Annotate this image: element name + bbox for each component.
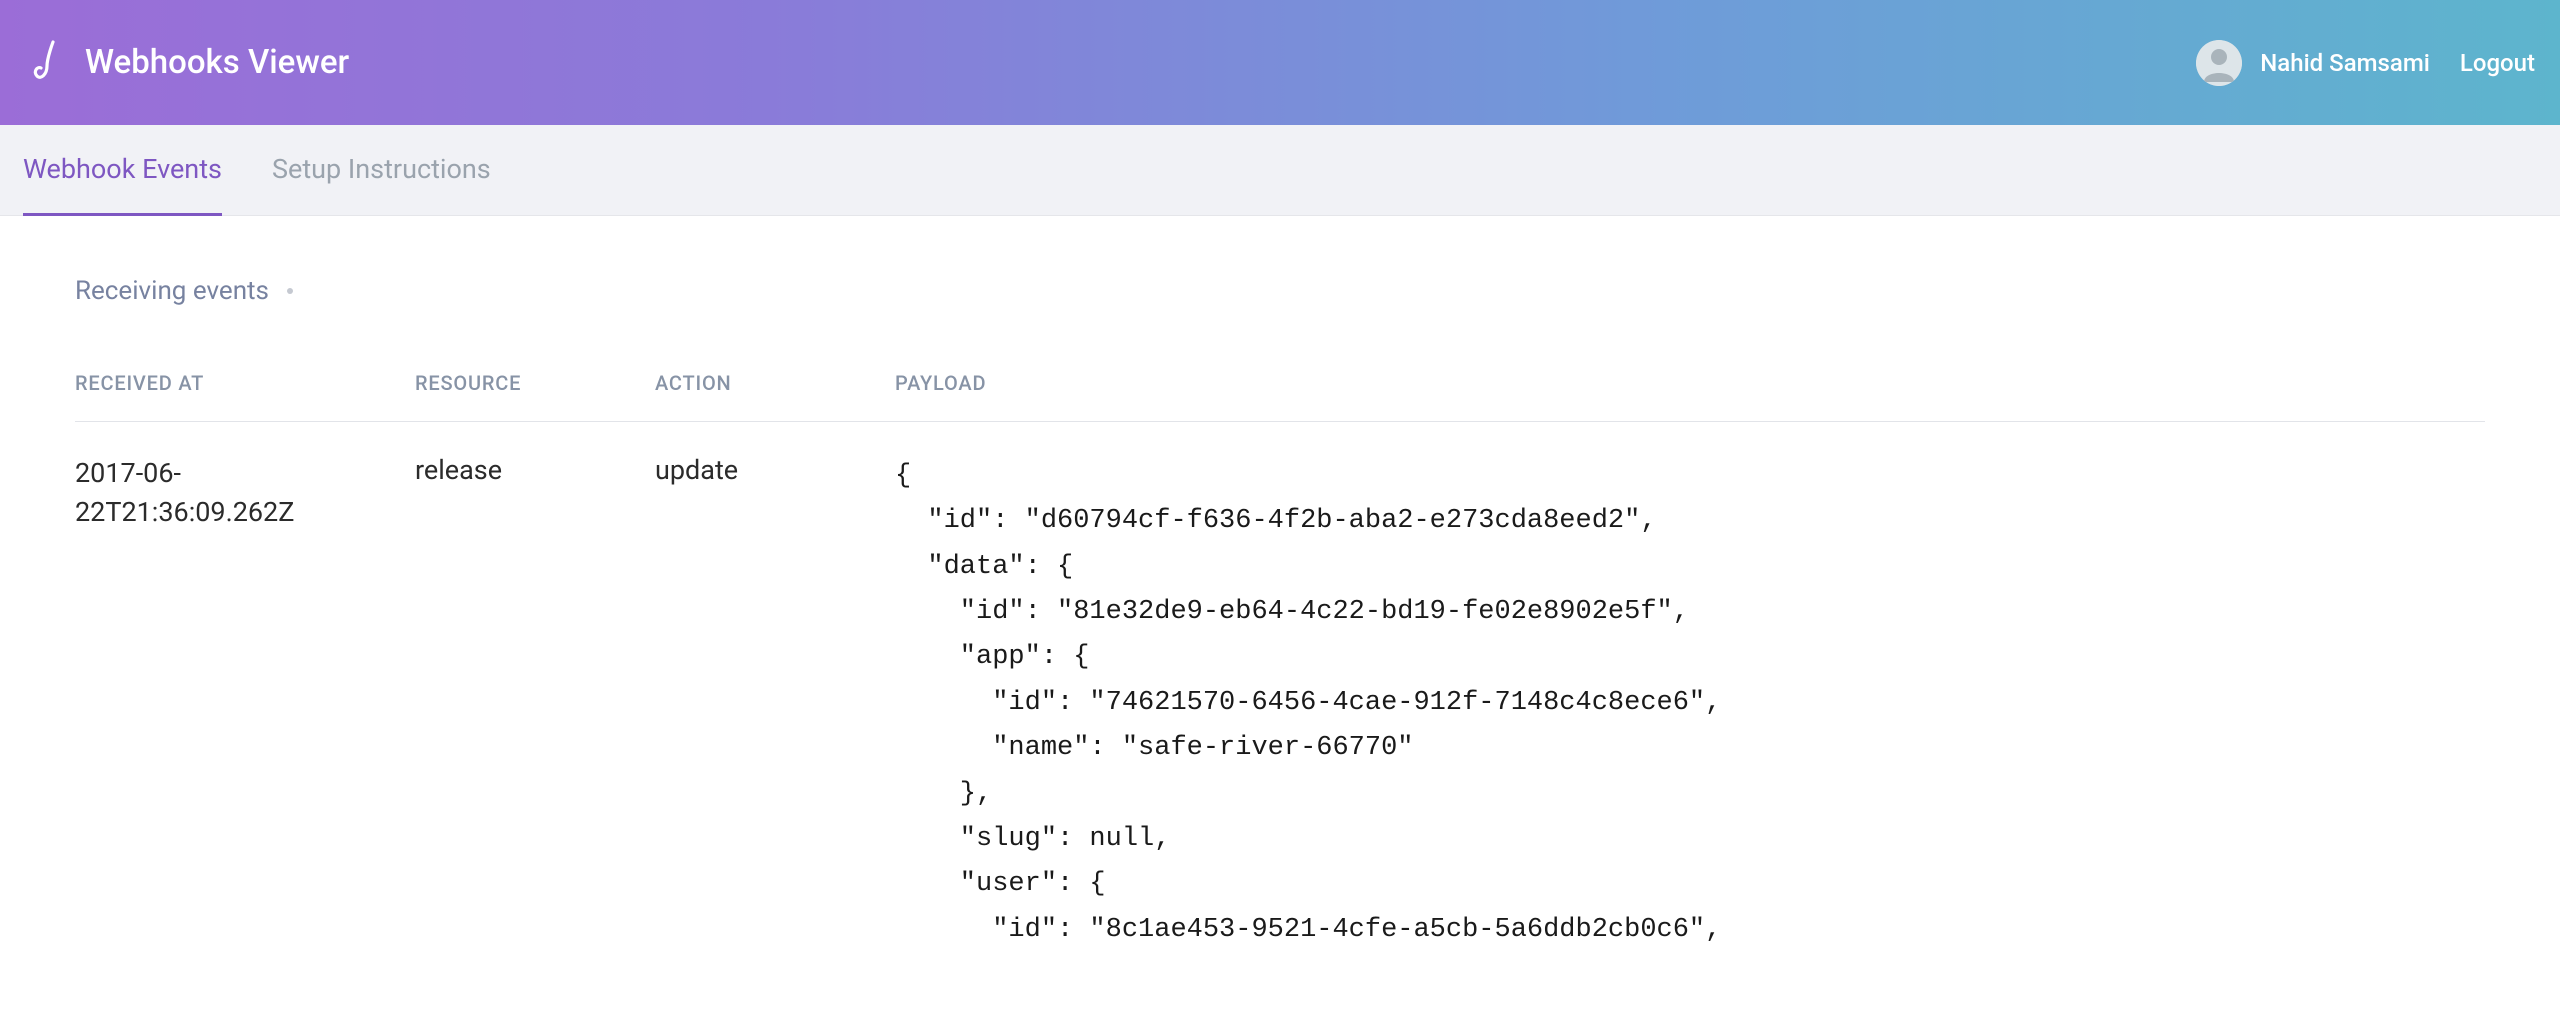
th-resource: RESOURCE <box>415 371 655 395</box>
avatar <box>2196 40 2242 86</box>
tabs-nav: Webhook Events Setup Instructions <box>0 125 2560 216</box>
th-action: ACTION <box>655 371 895 395</box>
header-left: Webhooks Viewer <box>25 39 349 87</box>
events-table: RECEIVED AT RESOURCE ACTION PAYLOAD 2017… <box>75 371 2485 953</box>
th-payload: PAYLOAD <box>895 371 2485 395</box>
app-header: Webhooks Viewer Nahid Samsami Logout <box>0 0 2560 125</box>
tab-setup-instructions[interactable]: Setup Instructions <box>272 125 491 216</box>
cell-payload: { "id": "d60794cf-f636-4f2b-aba2-e273cda… <box>895 454 2485 953</box>
status-indicator-dot <box>287 288 293 294</box>
header-right: Nahid Samsami Logout <box>2196 40 2535 86</box>
user-name: Nahid Samsami <box>2260 49 2430 77</box>
main-content: Receiving events RECEIVED AT RESOURCE AC… <box>0 216 2560 1013</box>
tab-webhook-events[interactable]: Webhook Events <box>23 125 222 216</box>
logout-link[interactable]: Logout <box>2460 49 2535 77</box>
cell-received-at: 2017-06-22T21:36:09.262Z <box>75 454 415 953</box>
table-row: 2017-06-22T21:36:09.262Z release update … <box>75 422 2485 953</box>
th-received-at: RECEIVED AT <box>75 371 415 395</box>
user-section[interactable]: Nahid Samsami <box>2196 40 2430 86</box>
app-title: Webhooks Viewer <box>85 43 349 82</box>
status-text: Receiving events <box>75 276 269 306</box>
cell-resource: release <box>415 454 655 953</box>
cell-action: update <box>655 454 895 953</box>
status-row: Receiving events <box>75 276 2485 306</box>
hook-icon <box>25 39 65 87</box>
table-header-row: RECEIVED AT RESOURCE ACTION PAYLOAD <box>75 371 2485 422</box>
